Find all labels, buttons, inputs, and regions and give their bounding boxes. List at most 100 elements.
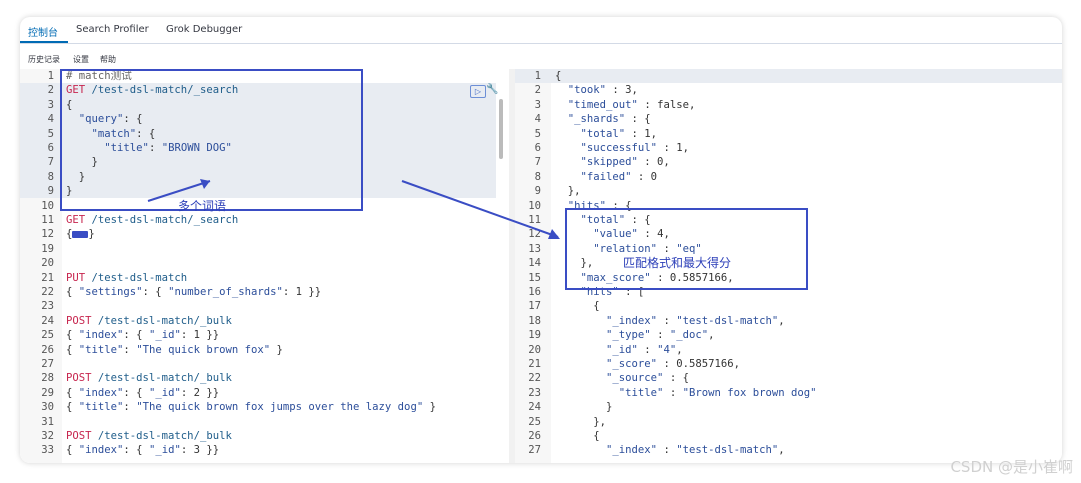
request-line-code: POST /test-dsl-match/_bulk [66, 314, 232, 327]
response-line[interactable]: 22 "_source" : { [515, 371, 1062, 385]
request-line-number: 9 [47, 185, 54, 198]
request-line[interactable]: 26 { "title": "The quick brown fox" } [20, 343, 509, 357]
request-line-code: { "title": "The quick brown fox jumps ov… [66, 401, 436, 414]
request-line-number: 11 [41, 214, 54, 226]
response-line[interactable]: 24 } [515, 400, 1062, 414]
response-line-number: 20 [528, 343, 541, 356]
request-line[interactable]: 21 PUT /test-dsl-match [20, 271, 509, 285]
response-line-code: "timed_out" : false, [567, 98, 696, 111]
tab-grok-debugger[interactable]: Grok Debugger [166, 24, 242, 35]
response-viewer[interactable]: 1{2 "took" : 3, 3 "timed_out" : false, 4 "… [515, 69, 1062, 463]
response-line[interactable]: 25 }, [515, 415, 1062, 429]
wrench-icon[interactable]: 🔧 [486, 84, 498, 95]
response-line-code: "_index" : "test-dsl-match", [606, 444, 785, 457]
response-line-code: "_index" : "test-dsl-match", [606, 314, 785, 327]
request-line[interactable]: 24 POST /test-dsl-match/_bulk [20, 314, 509, 328]
active-tab-indicator [20, 41, 68, 43]
request-line[interactable]: 28 POST /test-dsl-match/_bulk [20, 371, 509, 385]
response-line[interactable]: 19 "_type" : "_doc", [515, 328, 1062, 342]
tab-console[interactable]: 控制台 [28, 24, 58, 39]
request-editor[interactable]: 1 # match测试 2 GET /test-dsl-match/_search 3{… [20, 69, 509, 463]
response-line-code: "_type" : "_doc", [606, 329, 715, 342]
request-line[interactable]: 32 POST /test-dsl-match/_bulk [20, 429, 509, 443]
kibana-dev-tools-window: 控制台 Search Profiler Grok Debugger 历史记录 设… [20, 17, 1062, 463]
request-line-number: 26 [41, 343, 54, 356]
folded-block-icon[interactable] [72, 230, 89, 238]
tab-bar: 控制台 Search Profiler Grok Debugger [20, 17, 1062, 44]
request-line[interactable]: 22 { "settings": { "number_of_shards": 1 … [20, 285, 509, 299]
request-line-code: { "index": { "_id": 3 }} [66, 444, 220, 457]
response-line[interactable]: 6 "successful" : 1, [515, 141, 1062, 155]
response-line-code: { [555, 300, 600, 313]
response-line-code: "failed" : 0 [580, 170, 658, 183]
response-line[interactable]: 7 "skipped" : 0, [515, 155, 1062, 169]
response-line[interactable]: 2 "took" : 3, [515, 83, 1062, 97]
request-line-number: 25 [41, 329, 54, 342]
request-line[interactable]: 25 { "index": { "_id": 1 }} [20, 328, 509, 342]
request-line-number: 33 [41, 444, 54, 457]
response-line[interactable]: 1{ [515, 69, 1062, 83]
request-line-number: 21 [41, 271, 54, 284]
response-line-code: "skipped" : 0, [580, 156, 670, 169]
response-line[interactable]: 8 "failed" : 0 [515, 170, 1062, 184]
response-line[interactable]: 5 "total" : 1, [515, 127, 1062, 141]
response-line[interactable]: 21 "_score" : 0.5857166, [515, 357, 1062, 371]
request-line[interactable]: 33 { "index": { "_id": 3 }} [20, 443, 509, 457]
tab-search-profiler[interactable]: Search Profiler [76, 24, 149, 35]
response-line[interactable]: 4 "_shards" : { [515, 112, 1062, 126]
response-line-number: 7 [534, 156, 541, 169]
menu-help[interactable]: 帮助 [100, 54, 116, 65]
response-line-code: "title" : "Brown fox brown dog" [618, 386, 817, 399]
watermark: CSDN @是小崔啊 [950, 458, 1073, 476]
response-line-code: { [555, 70, 562, 82]
annotation-label-left: 多个词语 [178, 199, 227, 213]
request-line[interactable]: 27 [20, 357, 509, 371]
response-line[interactable]: 20 "_id" : "4", [515, 343, 1062, 357]
response-line[interactable]: 26 { [515, 429, 1062, 443]
request-line-number: 28 [41, 372, 54, 385]
response-line-code: { [555, 430, 600, 442]
run-request-icon[interactable]: ▷ [470, 85, 486, 98]
request-line-code: PUT /test-dsl-match [66, 271, 188, 284]
arrow-annotation-center [401, 180, 560, 239]
response-line-code: "successful" : 1, [580, 142, 689, 154]
request-line-number: 32 [41, 430, 54, 442]
response-line-number: 22 [528, 372, 541, 385]
request-line[interactable]: 20 [20, 256, 509, 270]
response-line-number: 26 [528, 430, 541, 442]
request-line-number: 12 [41, 228, 54, 241]
request-line-code: {} [66, 228, 95, 241]
request-line-number: 1 [47, 70, 54, 82]
request-line[interactable]: 23 [20, 299, 509, 313]
annotation-label-right: 匹配格式和最大得分 [623, 256, 732, 270]
response-line-number: 1 [534, 70, 541, 82]
request-line-number: 3 [47, 98, 54, 111]
request-line[interactable]: 30 { "title": "The quick brown fox jumps … [20, 400, 509, 414]
response-line-number: 25 [528, 415, 541, 428]
response-line-code: "_source" : { [606, 372, 689, 385]
request-line[interactable]: 31 [20, 415, 509, 429]
response-line[interactable]: 18 "_index" : "test-dsl-match", [515, 314, 1062, 328]
request-line-number: 5 [47, 127, 54, 140]
request-line[interactable]: 29 { "index": { "_id": 2 }} [20, 386, 509, 400]
request-line-number: 6 [47, 142, 54, 154]
request-line-number: 27 [41, 358, 54, 370]
menu-history[interactable]: 历史记录 [28, 54, 60, 65]
response-line-number: 27 [528, 444, 541, 457]
response-line-number: 6 [534, 142, 541, 154]
response-line-number: 2 [534, 84, 541, 97]
request-line-code: { "title": "The quick brown fox" } [66, 343, 283, 356]
request-line-number: 7 [47, 156, 54, 169]
response-line[interactable]: 23 "title" : "Brown fox brown dog" [515, 386, 1062, 400]
request-scrollbar[interactable] [499, 99, 503, 159]
response-line-number: 24 [528, 401, 541, 414]
response-line-code: } [555, 401, 613, 414]
menu-settings[interactable]: 设置 [73, 54, 89, 65]
response-line[interactable]: 17 { [515, 299, 1062, 313]
response-line[interactable]: 9 }, [515, 184, 1062, 198]
request-line-code: POST /test-dsl-match/_bulk [66, 430, 232, 442]
response-line[interactable]: 3 "timed_out" : false, [515, 98, 1062, 112]
response-line-number: 14 [528, 257, 541, 270]
response-line-number: 15 [528, 271, 541, 284]
request-line-number: 23 [41, 300, 54, 313]
